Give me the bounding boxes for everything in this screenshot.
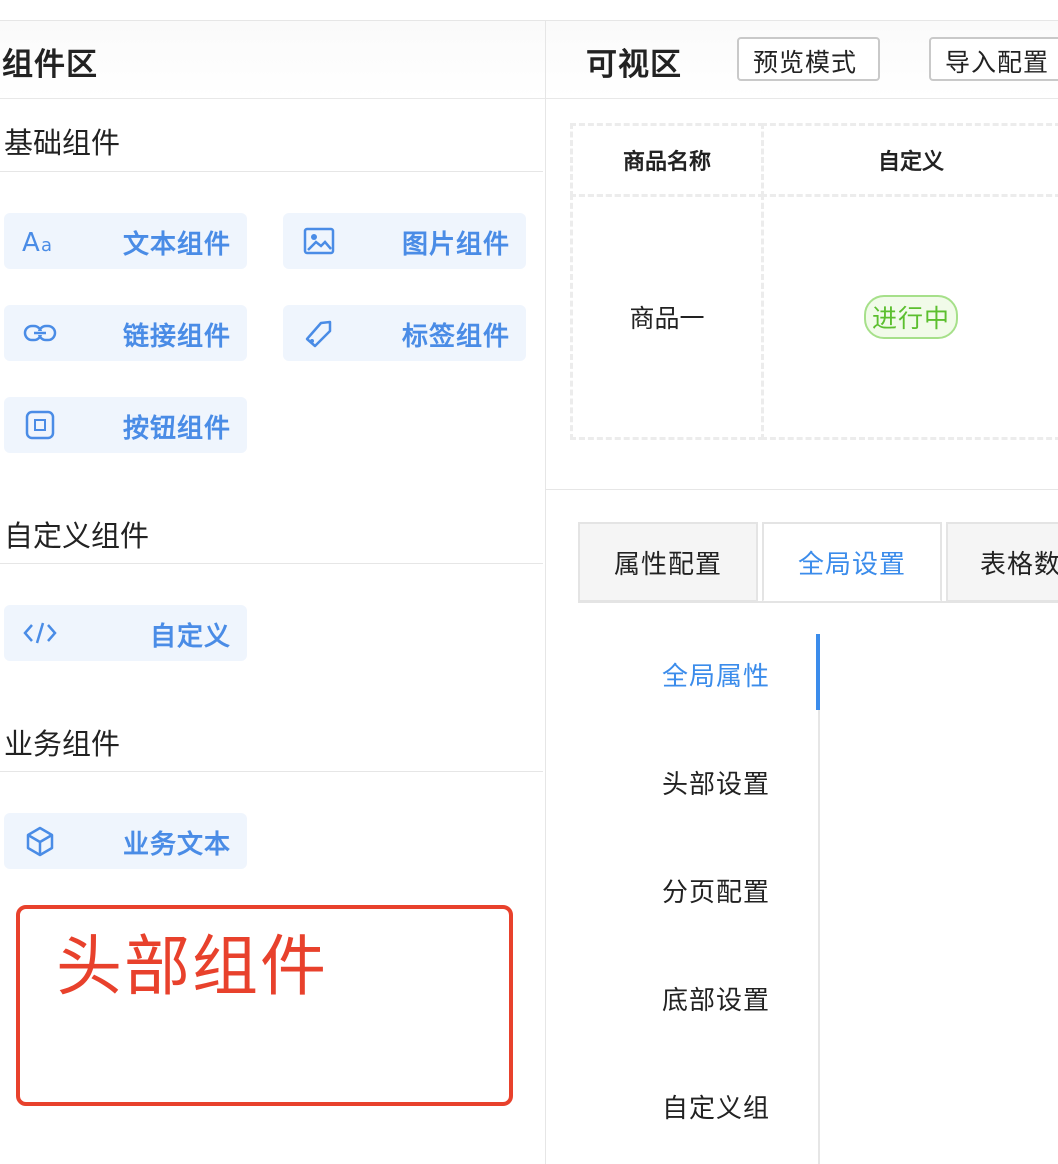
component-custom-button[interactable]: 自定义	[4, 605, 247, 661]
tab-property-config[interactable]: 属性配置	[578, 522, 758, 602]
menu-item-pagination-config[interactable]: 分页配置	[662, 872, 770, 909]
table-cell-status: 进行中	[761, 194, 1058, 440]
component-text-button[interactable]: Aa 文本组件	[4, 213, 247, 269]
table-header-cell[interactable]: 商品名称	[570, 123, 764, 197]
section-divider	[0, 171, 543, 172]
panel-divider	[545, 21, 546, 1164]
annotation-label: 头部组件	[56, 928, 328, 1005]
component-button-button[interactable]: 按钮组件	[4, 397, 247, 453]
cube-icon	[22, 826, 58, 857]
table-header-cell[interactable]: 自定义	[761, 123, 1058, 197]
menu-item-header-settings[interactable]: 头部设置	[662, 764, 770, 801]
section-title-business: 业务组件	[4, 727, 121, 761]
component-panel-title: 组件区	[2, 47, 98, 83]
link-icon	[22, 319, 58, 347]
svg-text:A: A	[22, 228, 40, 255]
component-label: 链接组件	[122, 322, 231, 352]
component-label: 标签组件	[401, 322, 510, 352]
top-bar	[0, 0, 1058, 21]
component-business-text-button[interactable]: 业务文本	[4, 813, 247, 869]
visual-area-title: 可视区	[586, 47, 682, 83]
table-cell-name: 商品一	[570, 194, 764, 440]
tab-table-data[interactable]: 表格数	[946, 522, 1058, 602]
visual-area-header: 可视区 预览模式 导入配置	[546, 21, 1058, 99]
status-tag: 进行中	[863, 295, 958, 339]
section-divider	[0, 563, 543, 564]
component-label: 图片组件	[401, 230, 510, 260]
component-panel: 组件区 基础组件 Aa 文本组件 图片组件 链接组件 标签组件 按钮组件 自定义…	[0, 21, 545, 1164]
image-icon	[301, 227, 337, 255]
menu-item-global-properties[interactable]: 全局属性	[662, 656, 770, 693]
button-icon	[22, 410, 58, 440]
component-label: 业务文本	[122, 830, 231, 860]
component-image-button[interactable]: 图片组件	[283, 213, 526, 269]
text-icon: Aa	[22, 227, 58, 255]
section-title-custom: 自定义组件	[4, 519, 150, 553]
tabs-underline	[578, 601, 1058, 603]
section-divider	[0, 771, 543, 772]
global-settings-menu: 全局属性 头部设置 分页配置 底部设置 自定义组	[600, 634, 820, 1164]
header-component-drop-zone[interactable]: 头部组件	[16, 905, 513, 1106]
config-tabs: 属性配置 全局设置 表格数	[578, 522, 1058, 602]
svg-text:a: a	[41, 235, 52, 255]
menu-item-custom-group[interactable]: 自定义组	[662, 1088, 770, 1125]
tag-icon	[301, 319, 337, 348]
section-title-basic: 基础组件	[4, 126, 121, 160]
component-tag-button[interactable]: 标签组件	[283, 305, 526, 361]
component-label: 自定义	[149, 622, 231, 652]
section-divider	[546, 489, 1058, 490]
component-link-button[interactable]: 链接组件	[4, 305, 247, 361]
active-menu-indicator	[816, 634, 820, 710]
component-label: 文本组件	[122, 230, 231, 260]
tab-global-settings[interactable]: 全局设置	[762, 522, 942, 602]
code-icon	[22, 619, 58, 647]
component-panel-header: 组件区	[0, 21, 545, 99]
menu-item-footer-settings[interactable]: 底部设置	[662, 980, 770, 1017]
preview-table: 商品名称 自定义 商品一 进行中	[570, 123, 1058, 440]
import-config-button[interactable]: 导入配置	[929, 37, 1058, 81]
preview-mode-button[interactable]: 预览模式	[737, 37, 880, 81]
component-label: 按钮组件	[122, 414, 231, 444]
